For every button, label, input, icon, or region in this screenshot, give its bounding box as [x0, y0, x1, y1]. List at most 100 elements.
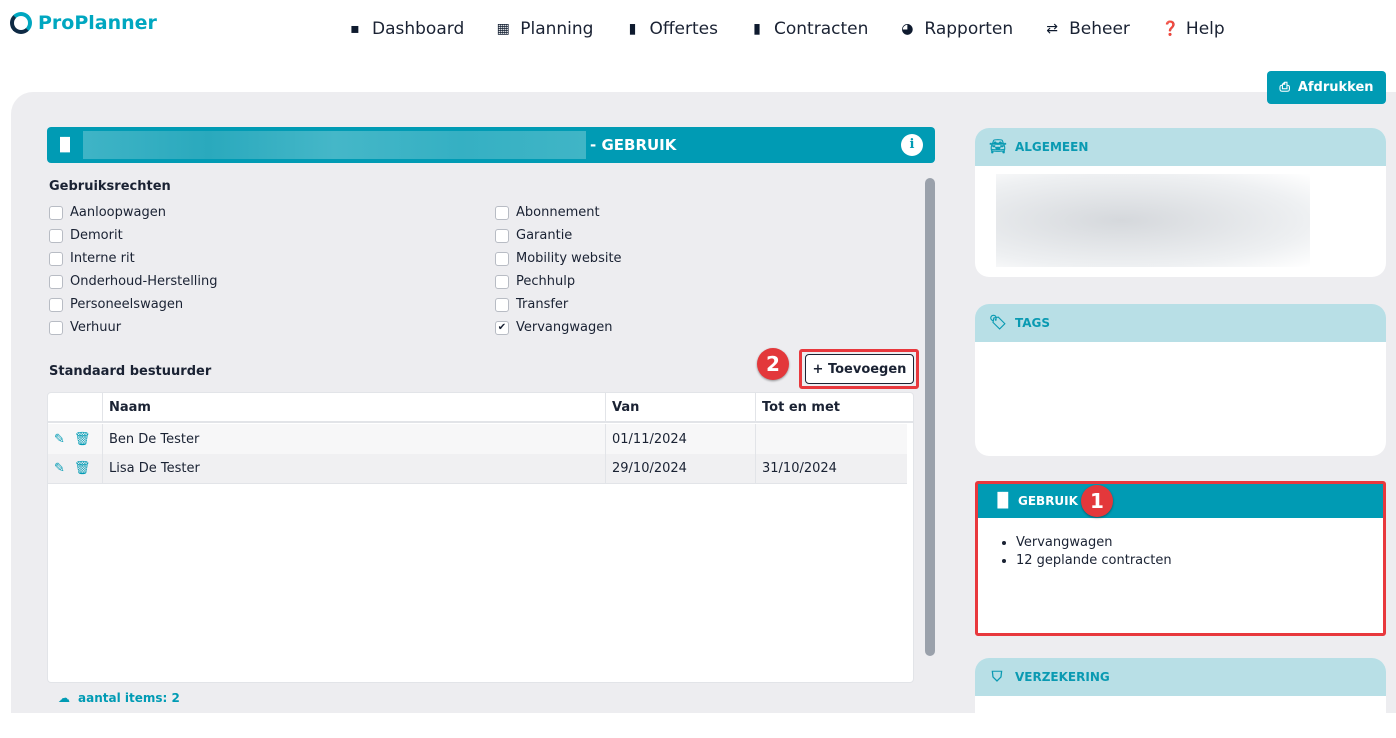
- checkbox-pechhulp[interactable]: Pechhulp: [495, 270, 941, 293]
- checkbox-label: Interne rit: [70, 251, 135, 266]
- cell-tot: 31/10/2024: [762, 461, 837, 476]
- table-row: ✎ 🗑︎ Ben De Tester 01/11/2024: [48, 424, 907, 454]
- cell-naam: Ben De Tester: [103, 424, 606, 454]
- nav-label: Help: [1185, 19, 1225, 39]
- bar-chart-icon: ▐▌: [992, 493, 1014, 509]
- checkbox-mobility-website[interactable]: Mobility website: [495, 247, 941, 270]
- bar-chart-icon: ▐▌: [55, 137, 75, 153]
- printer-icon: ⎙: [1279, 80, 1290, 95]
- checkbox-personeelswagen[interactable]: Personeelswagen: [49, 293, 495, 316]
- nav-beheer[interactable]: ⇄ Beheer: [1045, 19, 1130, 39]
- nav-planning[interactable]: ▦ Planning: [496, 19, 594, 39]
- card-algemeen: 🚘︎ ALGEMEEN: [975, 128, 1386, 277]
- grid-icon: ▪: [350, 21, 360, 37]
- info-icon[interactable]: i: [901, 134, 923, 156]
- checkbox[interactable]: [49, 320, 63, 335]
- print-label: Afdrukken: [1297, 80, 1374, 95]
- usage-item: Vervangwagen: [1016, 534, 1383, 552]
- cell-van: 29/10/2024: [606, 454, 756, 483]
- edit-icon[interactable]: ✎: [54, 461, 65, 476]
- nav-label: Offertes: [649, 19, 718, 39]
- checkbox-transfer[interactable]: Transfer: [495, 293, 941, 316]
- nav-help[interactable]: ❓ Help: [1162, 19, 1225, 39]
- checkbox-aanloopwagen[interactable]: Aanloopwagen: [49, 201, 495, 224]
- cell-tot: [756, 424, 907, 454]
- checkbox-label: Abonnement: [516, 205, 600, 220]
- checkbox[interactable]: [49, 274, 63, 289]
- row-actions: ✎ 🗑︎: [48, 454, 103, 483]
- nav-dashboard[interactable]: ▪ Dashboard: [348, 19, 464, 39]
- header-naam[interactable]: Naam: [103, 393, 606, 421]
- checkbox[interactable]: [495, 274, 509, 289]
- count-text: aantal items: 2: [78, 691, 180, 705]
- cell-van: 01/11/2024: [606, 424, 756, 454]
- nav-label: Dashboard: [372, 19, 465, 39]
- driver-label: Standaard bestuurder: [49, 364, 212, 379]
- main-nav: ▪ Dashboard ▦ Planning ▮ Offertes ▮ Contract…: [348, 19, 1225, 39]
- checkbox-demorit[interactable]: Demorit: [49, 224, 495, 247]
- checkbox-label: Garantie: [516, 228, 573, 243]
- checkbox-interne-rit[interactable]: Interne rit: [49, 247, 495, 270]
- checkbox[interactable]: [49, 228, 63, 243]
- row-actions: ✎ 🗑︎: [48, 424, 103, 454]
- usage-item: 12 geplande contracten: [1016, 552, 1383, 570]
- nav-label: Planning: [520, 19, 594, 39]
- checkbox[interactable]: [49, 205, 63, 220]
- item-count: ☁ aantal items: 2: [58, 691, 180, 705]
- logo[interactable]: ProPlanner: [10, 12, 157, 34]
- checkbox-label: Personeelswagen: [70, 297, 184, 312]
- checkbox-onderhoud-herstelling[interactable]: Onderhoud-Herstelling: [49, 270, 495, 293]
- trash-icon[interactable]: 🗑︎: [74, 432, 91, 447]
- scrollbar[interactable]: [925, 178, 935, 656]
- checkbox[interactable]: [495, 205, 509, 220]
- checkbox-label: Transfer: [516, 297, 569, 312]
- checkbox-label: Vervangwagen: [516, 320, 613, 335]
- checkbox-verhuur[interactable]: Verhuur: [49, 316, 495, 339]
- nav-rapporten[interactable]: ◕ Rapporten: [900, 19, 1013, 39]
- checkbox[interactable]: [495, 228, 509, 243]
- redacted-content: [996, 174, 1310, 267]
- checkbox-garantie[interactable]: Garantie: [495, 224, 941, 247]
- car-icon: 🚘︎: [989, 139, 1007, 155]
- contract-icon: ▮: [753, 21, 761, 37]
- card-tags: 🏷︎ TAGS: [975, 304, 1386, 456]
- nav-label: Contracten: [774, 19, 869, 39]
- checkbox-label: Demorit: [70, 228, 123, 243]
- print-button[interactable]: ⎙ Afdrukken: [1267, 71, 1386, 104]
- pie-chart-icon: ◕: [901, 21, 914, 37]
- header-van[interactable]: Van: [606, 393, 756, 421]
- checkbox-vervangwagen[interactable]: ✔ Vervangwagen: [495, 316, 941, 339]
- trash-icon[interactable]: 🗑︎: [74, 461, 91, 476]
- drivers-table: Naam Van Tot en met ✎ 🗑︎ Ben De Tester 01…: [47, 392, 914, 683]
- checkbox-label: Aanloopwagen: [70, 205, 166, 220]
- card-title: ALGEMEEN: [1015, 140, 1089, 154]
- checkbox[interactable]: [49, 297, 63, 312]
- checkbox[interactable]: [495, 251, 509, 266]
- header-tot-en-met[interactable]: Tot en met: [756, 393, 907, 421]
- cloud-download-icon[interactable]: ☁: [58, 691, 70, 705]
- table-row: ✎ 🗑︎ Lisa De Tester 29/10/2024 31/10/2024: [48, 454, 907, 484]
- checkbox-abonnement[interactable]: Abonnement: [495, 201, 941, 224]
- checkbox[interactable]: ✔: [495, 320, 509, 335]
- table-header: Naam Van Tot en met: [48, 393, 913, 423]
- card-gebruik: ▐▌ GEBRUIK Vervangwagen 12 geplande contr…: [975, 481, 1386, 636]
- nav-offertes[interactable]: ▮ Offertes: [625, 19, 718, 39]
- checkbox[interactable]: [495, 297, 509, 312]
- redacted-vehicle-name: [83, 131, 586, 159]
- nav-label: Beheer: [1069, 19, 1130, 39]
- checkbox-label: Onderhoud-Herstelling: [70, 274, 218, 289]
- annotation-badge-1: 1: [1081, 485, 1113, 517]
- annotation-badge-2: 2: [757, 348, 789, 380]
- logo-text: ProPlanner: [38, 12, 157, 34]
- nav-contracten[interactable]: ▮ Contracten: [750, 19, 868, 39]
- panel-title: - GEBRUIK: [590, 136, 677, 154]
- checkbox-label: Mobility website: [516, 251, 622, 266]
- edit-icon[interactable]: ✎: [54, 432, 65, 447]
- file-icon: ▮: [628, 21, 637, 37]
- shield-icon: ⛉: [991, 669, 1003, 685]
- checkbox[interactable]: [49, 251, 63, 266]
- add-driver-button[interactable]: + Toevoegen: [805, 354, 914, 384]
- panel-header: ▐▌ - GEBRUIK i: [47, 127, 935, 163]
- checkbox-label: Verhuur: [70, 320, 122, 335]
- cell-naam: Lisa De Tester: [103, 454, 606, 483]
